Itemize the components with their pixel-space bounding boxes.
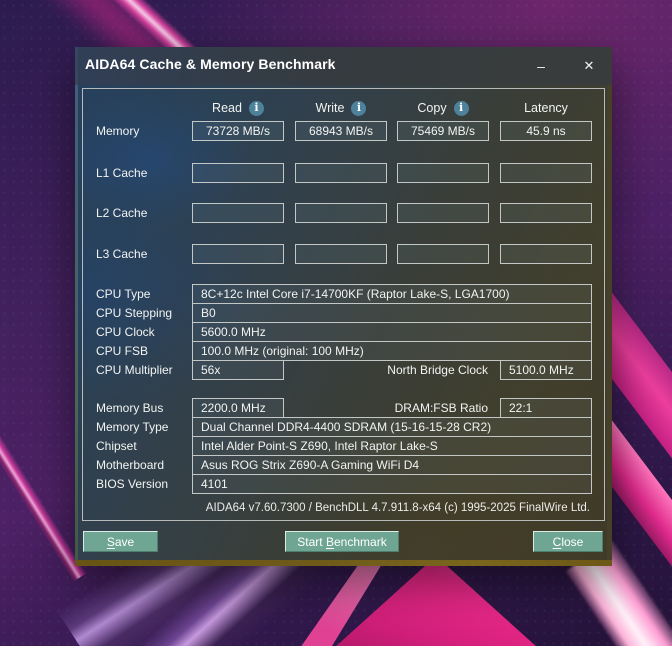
save-button[interactable]: Save (83, 531, 158, 552)
title-bar: AIDA64 Cache & Memory Benchmark – ✕ (75, 47, 612, 85)
l2-copy-value (397, 203, 489, 223)
l3-read-value (192, 244, 284, 264)
north-bridge-clock-label: North Bridge Clock (387, 363, 488, 377)
version-copyright-text: AIDA64 v7.60.7300 / BenchDLL 4.7.911.8-x… (205, 502, 590, 514)
memory-bus-value: 2200.0 MHz (192, 398, 284, 418)
l1-copy-value (397, 163, 489, 183)
motherboard-value: Asus ROG Strix Z690-A Gaming WiFi D4 (192, 455, 592, 475)
info-icon[interactable]: i (248, 100, 264, 116)
dram-fsb-ratio-value: 22:1 (500, 398, 592, 418)
info-icon[interactable]: i (453, 100, 469, 116)
column-header-copy: Copy i (397, 99, 489, 117)
north-bridge-clock-value: 5100.0 MHz (500, 360, 592, 380)
cpu-type-value: 8C+12c Intel Core i7-14700KF (Raptor Lak… (192, 284, 592, 304)
window-edge-left (75, 47, 78, 566)
close-button[interactable]: Close (533, 531, 603, 552)
cpu-fsb-value: 100.0 MHz (original: 100 MHz) (192, 341, 592, 361)
memory-copy-value: 75469 MB/s (397, 121, 489, 141)
l2-latency-value (500, 203, 592, 223)
column-header-latency: Latency (500, 99, 592, 117)
l1-write-value (295, 163, 387, 183)
bios-version-value: 4101 (192, 474, 592, 494)
motherboard-label: Motherboard (96, 458, 165, 472)
bios-version-label: BIOS Version (96, 477, 169, 491)
l1-read-value (192, 163, 284, 183)
chipset-value: Intel Alder Point-S Z690, Intel Raptor L… (192, 436, 592, 456)
memory-type-value: Dual Channel DDR4-4400 SDRAM (15-16-15-2… (192, 417, 592, 437)
cpu-fsb-label: CPU FSB (96, 344, 149, 358)
memory-write-value: 68943 MB/s (295, 121, 387, 141)
write-header-label: Write (315, 101, 345, 115)
window-edge-bottom (75, 560, 612, 566)
row-label-l1-cache: L1 Cache (96, 166, 148, 180)
row-label-l2-cache: L2 Cache (96, 206, 148, 220)
copy-header-label: Copy (417, 101, 447, 115)
read-header-label: Read (212, 101, 242, 115)
window-title: AIDA64 Cache & Memory Benchmark (85, 56, 336, 72)
latency-header-label: Latency (524, 101, 568, 115)
start-benchmark-button[interactable]: Start Benchmark (285, 531, 399, 552)
aida64-benchmark-window: AIDA64 Cache & Memory Benchmark – ✕ Read… (75, 47, 612, 566)
desktop-wallpaper: AIDA64 Cache & Memory Benchmark – ✕ Read… (0, 0, 672, 646)
memory-type-label: Memory Type (96, 420, 169, 434)
row-label-l3-cache: L3 Cache (96, 247, 148, 261)
cpu-clock-value: 5600.0 MHz (192, 322, 592, 342)
info-icon[interactable]: i (351, 100, 367, 116)
memory-read-value: 73728 MB/s (192, 121, 284, 141)
cpu-type-label: CPU Type (96, 287, 151, 301)
window-edge-right (607, 47, 612, 566)
l3-write-value (295, 244, 387, 264)
row-label-memory: Memory (96, 124, 140, 138)
column-header-read: Read i (192, 99, 284, 117)
benchmark-panel: Read i Write i Copy i Latency Memory 737… (82, 88, 605, 521)
l1-latency-value (500, 163, 592, 183)
memory-bus-label: Memory Bus (96, 401, 164, 415)
cpu-stepping-label: CPU Stepping (96, 306, 173, 320)
close-window-button[interactable]: ✕ (573, 52, 605, 79)
cpu-multiplier-label: CPU Multiplier (96, 363, 173, 377)
minimize-button[interactable]: – (525, 52, 557, 79)
dram-fsb-ratio-label: DRAM:FSB Ratio (394, 401, 488, 415)
cpu-multiplier-value: 56x (192, 360, 284, 380)
cpu-stepping-value: B0 (192, 303, 592, 323)
minimize-icon: – (537, 57, 545, 74)
memory-latency-value: 45.9 ns (500, 121, 592, 141)
l3-latency-value (500, 244, 592, 264)
l3-copy-value (397, 244, 489, 264)
chipset-label: Chipset (96, 439, 137, 453)
cpu-clock-label: CPU Clock (96, 325, 155, 339)
l2-write-value (295, 203, 387, 223)
close-icon: ✕ (583, 57, 595, 73)
column-header-write: Write i (295, 99, 387, 117)
l2-read-value (192, 203, 284, 223)
